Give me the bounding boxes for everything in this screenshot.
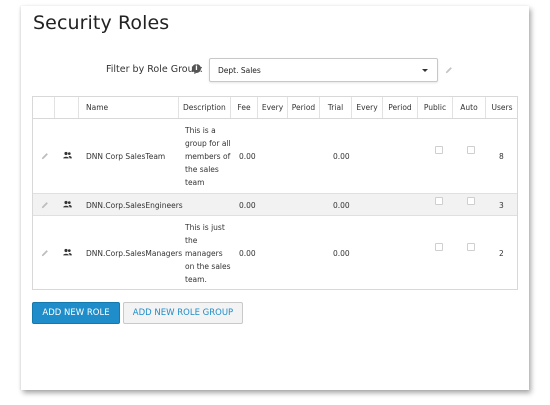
role-group-select[interactable]: Dept. Sales (209, 58, 438, 82)
role-fee: 0.00 (239, 152, 256, 161)
public-checkbox[interactable] (435, 243, 443, 251)
role-group-select-value: Dept. Sales (218, 66, 261, 75)
header-trial-every[interactable]: Every (352, 97, 383, 118)
role-fee: 0.00 (239, 201, 256, 210)
header-fee[interactable]: Fee (231, 97, 258, 118)
security-roles-panel: Security Roles Filter by Role Group: i D… (21, 6, 529, 390)
header-trial[interactable]: Trial (320, 97, 352, 118)
role-fee: 0.00 (239, 249, 256, 258)
header-description[interactable]: Description (179, 97, 231, 118)
auto-checkbox[interactable] (467, 197, 475, 205)
users-icon (63, 248, 72, 256)
role-trial: 0.00 (333, 152, 350, 161)
add-new-role-button[interactable]: ADD NEW ROLE (32, 302, 120, 324)
role-description: This is a group for all members of the s… (185, 126, 231, 187)
role-name[interactable]: DNN Corp SalesTeam (86, 152, 165, 161)
page-title: Security Roles (33, 12, 170, 34)
info-icon[interactable]: i (192, 64, 201, 73)
public-checkbox[interactable] (435, 146, 443, 154)
role-name[interactable]: DNN.Corp.SalesManagers (86, 249, 182, 258)
role-users-count: 8 (499, 152, 504, 161)
auto-checkbox[interactable] (467, 146, 475, 154)
users-icon (63, 151, 72, 159)
public-checkbox[interactable] (435, 197, 443, 205)
chevron-down-icon (422, 69, 428, 72)
roles-table: Name Description Fee Every Period Trial … (32, 96, 518, 290)
pencil-icon[interactable] (445, 66, 453, 74)
filter-label: Filter by Role Group: (106, 64, 203, 75)
filter-row: Filter by Role Group: i Dept. Sales (21, 58, 529, 86)
role-name[interactable]: DNN.Corp.SalesEngineers (86, 201, 183, 210)
pencil-icon[interactable] (41, 249, 49, 257)
table-row: DNN.Corp.SalesEngineers 0.00 0.00 3 (33, 194, 517, 216)
header-public[interactable]: Public (418, 97, 453, 118)
users-icon (63, 200, 72, 208)
table-header: Name Description Fee Every Period Trial … (33, 97, 517, 119)
role-description: This is just the managers on the sales t… (185, 223, 231, 284)
header-auto[interactable]: Auto (453, 97, 486, 118)
table-row: DNN.Corp.SalesManagers This is just the … (33, 216, 517, 291)
role-users-count: 2 (499, 249, 504, 258)
header-users[interactable]: Users (486, 97, 518, 118)
role-trial: 0.00 (333, 201, 350, 210)
role-users-count: 3 (499, 201, 504, 210)
header-icon-col (55, 97, 79, 118)
header-every[interactable]: Every (258, 97, 288, 118)
header-edit-col (33, 97, 55, 118)
pencil-icon[interactable] (41, 201, 49, 209)
add-new-role-group-button[interactable]: ADD NEW ROLE GROUP (123, 302, 243, 324)
table-row: DNN Corp SalesTeam This is a group for a… (33, 119, 517, 194)
pencil-icon[interactable] (41, 152, 49, 160)
auto-checkbox[interactable] (467, 243, 475, 251)
header-name[interactable]: Name (79, 97, 179, 118)
role-trial: 0.00 (333, 249, 350, 258)
header-trial-period[interactable]: Period (383, 97, 418, 118)
header-period[interactable]: Period (288, 97, 320, 118)
